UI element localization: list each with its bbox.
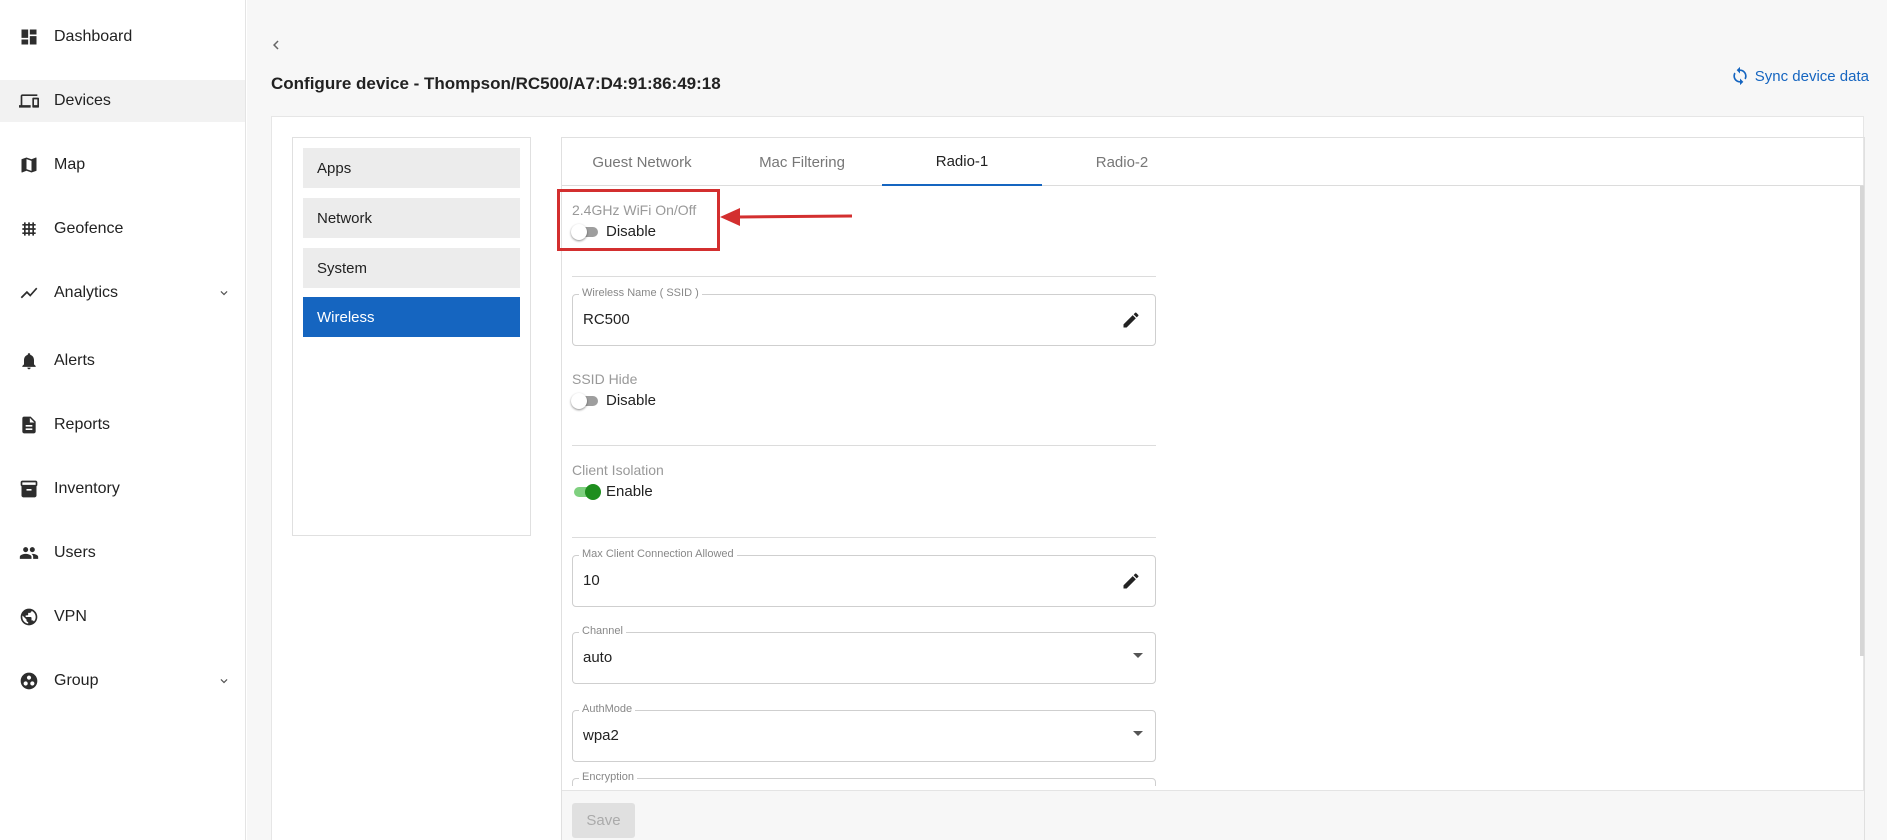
chevron-down-icon[interactable] bbox=[217, 286, 231, 300]
edit-icon[interactable] bbox=[1121, 310, 1141, 330]
menu-item-wireless[interactable]: Wireless bbox=[303, 297, 520, 337]
authmode-field-label: AuthMode bbox=[579, 703, 636, 715]
divider bbox=[572, 276, 1156, 277]
annotation-highlight-box bbox=[557, 189, 720, 251]
group-icon bbox=[18, 670, 40, 692]
client-isolation-toggle[interactable]: Enable bbox=[574, 483, 653, 500]
tab-mac-filtering[interactable]: Mac Filtering bbox=[722, 138, 882, 186]
menu-item-network[interactable]: Network bbox=[303, 198, 520, 238]
geofence-icon bbox=[18, 218, 40, 240]
back-arrow-icon[interactable] bbox=[267, 34, 285, 56]
client-isolation-state: Enable bbox=[606, 483, 653, 500]
chevron-down-icon[interactable] bbox=[217, 674, 231, 688]
menu-item-apps[interactable]: Apps bbox=[303, 148, 520, 188]
main-content: Configure device - Thompson/RC500/A7:D4:… bbox=[247, 0, 1887, 840]
encryption-field-label: Encryption bbox=[579, 771, 637, 783]
analytics-icon bbox=[18, 282, 40, 304]
toggle-knob bbox=[571, 392, 587, 409]
sidebar-item-label: Users bbox=[54, 544, 96, 561]
sidebar-item-label: VPN bbox=[54, 608, 87, 625]
annotation-arrow-icon bbox=[720, 208, 853, 226]
sidebar-item-map[interactable]: Map bbox=[0, 144, 245, 186]
reports-icon bbox=[18, 414, 40, 436]
sync-label: Sync device data bbox=[1754, 67, 1869, 85]
sidebar-item-label: Inventory bbox=[54, 480, 120, 497]
sidebar-item-alerts[interactable]: Alerts bbox=[0, 340, 245, 382]
map-icon bbox=[18, 154, 40, 176]
config-card: Apps Network System Wireless Guest Netwo… bbox=[271, 116, 1865, 840]
ssid-field-label: Wireless Name ( SSID ) bbox=[579, 287, 702, 299]
ssid-field[interactable]: Wireless Name ( SSID ) RC500 bbox=[572, 287, 1156, 346]
sidebar-item-dashboard[interactable]: Dashboard bbox=[0, 16, 245, 58]
dashboard-icon bbox=[18, 26, 40, 48]
sync-icon bbox=[1733, 66, 1747, 86]
vpn-icon bbox=[18, 606, 40, 628]
tab-guest-network[interactable]: Guest Network bbox=[562, 138, 722, 186]
dropdown-caret-icon[interactable] bbox=[1133, 731, 1143, 736]
sidebar-item-label: Map bbox=[54, 156, 86, 173]
bell-icon bbox=[18, 350, 40, 372]
menu-item-system[interactable]: System bbox=[303, 248, 520, 288]
sidebar: Dashboard Devices Map Geofence Analytics… bbox=[0, 0, 246, 840]
max-client-field-label: Max Client Connection Allowed bbox=[579, 548, 737, 560]
sidebar-item-analytics[interactable]: Analytics bbox=[0, 272, 245, 314]
config-menu: Apps Network System Wireless bbox=[292, 137, 531, 536]
sidebar-item-inventory[interactable]: Inventory bbox=[0, 468, 245, 510]
authmode-select[interactable]: AuthMode wpa2 bbox=[572, 703, 1156, 762]
dropdown-caret-icon[interactable] bbox=[1133, 653, 1143, 658]
sync-device-data-button[interactable]: Sync device data bbox=[1729, 66, 1869, 86]
form-scroll-area[interactable]: 2.4GHz WiFi On/Off Disable Wireless Name… bbox=[562, 186, 1864, 786]
ssid-hide-state: Disable bbox=[606, 392, 657, 409]
encryption-select[interactable]: Encryption bbox=[572, 771, 1156, 786]
tab-bar: Guest Network Mac Filtering Radio-1 Radi… bbox=[562, 138, 1864, 186]
edit-icon[interactable] bbox=[1121, 571, 1141, 591]
toggle-track bbox=[574, 483, 601, 500]
tab-radio-1[interactable]: Radio-1 bbox=[882, 138, 1042, 186]
sidebar-item-label: Dashboard bbox=[54, 28, 133, 45]
channel-field-label: Channel bbox=[579, 625, 626, 637]
sidebar-item-label: Reports bbox=[54, 416, 111, 433]
sidebar-item-label: Geofence bbox=[54, 220, 124, 237]
toggle-knob bbox=[585, 483, 601, 500]
toggle-track bbox=[571, 392, 598, 409]
ssid-value: RC500 bbox=[583, 311, 630, 328]
sidebar-item-label: Devices bbox=[54, 92, 111, 109]
ssid-hide-toggle[interactable]: Disable bbox=[571, 392, 657, 409]
sidebar-item-label: Alerts bbox=[54, 352, 95, 369]
sidebar-item-label: Analytics bbox=[54, 284, 119, 301]
sidebar-item-devices[interactable]: Devices bbox=[0, 80, 245, 122]
sidebar-item-reports[interactable]: Reports bbox=[0, 404, 245, 446]
channel-select[interactable]: Channel auto bbox=[572, 625, 1156, 684]
devices-icon bbox=[18, 90, 40, 112]
form-footer: Save bbox=[562, 790, 1864, 840]
client-isolation-label: Client Isolation bbox=[572, 462, 664, 478]
users-icon bbox=[18, 542, 40, 564]
authmode-value: wpa2 bbox=[583, 727, 619, 744]
page-title: Configure device - Thompson/RC500/A7:D4:… bbox=[271, 74, 721, 93]
archive-icon bbox=[18, 478, 40, 500]
wireless-panel: Guest Network Mac Filtering Radio-1 Radi… bbox=[561, 137, 1865, 840]
max-client-value: 10 bbox=[583, 572, 600, 589]
max-client-field[interactable]: Max Client Connection Allowed 10 bbox=[572, 548, 1156, 607]
ssid-hide-label: SSID Hide bbox=[572, 371, 638, 387]
divider bbox=[572, 445, 1156, 446]
tab-radio-2[interactable]: Radio-2 bbox=[1042, 138, 1202, 186]
save-button[interactable]: Save bbox=[572, 803, 635, 838]
scrollbar[interactable] bbox=[1860, 186, 1864, 656]
sidebar-item-users[interactable]: Users bbox=[0, 532, 245, 574]
divider bbox=[572, 537, 1156, 538]
sidebar-item-label: Group bbox=[54, 672, 99, 689]
channel-value: auto bbox=[583, 649, 613, 666]
sidebar-item-geofence[interactable]: Geofence bbox=[0, 208, 245, 250]
sidebar-item-vpn[interactable]: VPN bbox=[0, 596, 245, 638]
sidebar-item-group[interactable]: Group bbox=[0, 660, 245, 702]
